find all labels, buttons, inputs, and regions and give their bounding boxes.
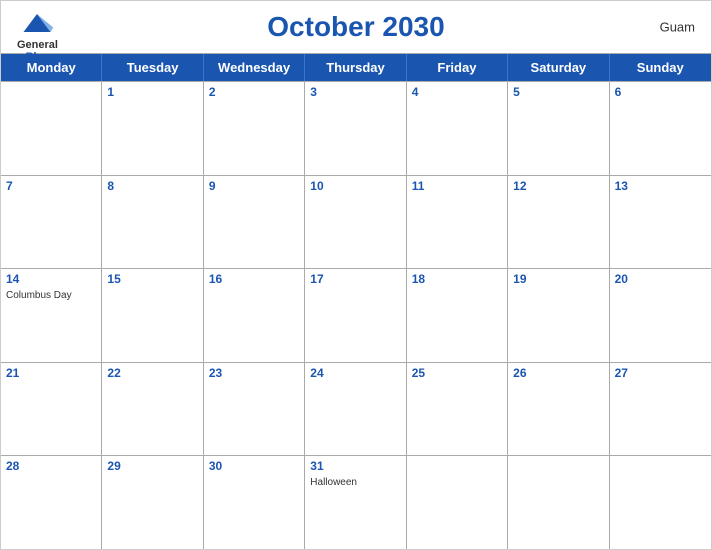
calendar: General Blue October 2030 Guam Monday Tu…	[0, 0, 712, 550]
week-row-5: 28 29 30 31 Halloween	[1, 455, 711, 549]
day-cell-23: 23	[204, 363, 305, 456]
day-cell-1: 1	[102, 82, 203, 175]
week-row-1: 1 2 3 4 5 6	[1, 81, 711, 175]
calendar-title: October 2030	[267, 11, 444, 43]
day-cell-6: 6	[610, 82, 711, 175]
day-cell-19: 19	[508, 269, 609, 362]
day-cell-14: 14 Columbus Day	[1, 269, 102, 362]
day-cell-empty	[1, 82, 102, 175]
week-row-3: 14 Columbus Day 15 16 17 18 19 20	[1, 268, 711, 362]
calendar-header: General Blue October 2030 Guam	[1, 1, 711, 53]
day-cell-22: 22	[102, 363, 203, 456]
day-cell-20: 20	[610, 269, 711, 362]
header-thursday: Thursday	[305, 54, 406, 81]
day-cell-empty-32	[407, 456, 508, 549]
day-cell-17: 17	[305, 269, 406, 362]
day-cell-31: 31 Halloween	[305, 456, 406, 549]
day-cell-15: 15	[102, 269, 203, 362]
day-headers: Monday Tuesday Wednesday Thursday Friday…	[1, 54, 711, 81]
logo-general-text: General	[17, 39, 58, 51]
day-cell-5: 5	[508, 82, 609, 175]
day-cell-3: 3	[305, 82, 406, 175]
header-saturday: Saturday	[508, 54, 609, 81]
event-halloween: Halloween	[310, 477, 400, 488]
day-cell-13: 13	[610, 176, 711, 269]
day-cell-8: 8	[102, 176, 203, 269]
day-cell-10: 10	[305, 176, 406, 269]
day-cell-16: 16	[204, 269, 305, 362]
day-cell-25: 25	[407, 363, 508, 456]
day-cell-7: 7	[1, 176, 102, 269]
day-cell-9: 9	[204, 176, 305, 269]
header-friday: Friday	[407, 54, 508, 81]
logo-icon	[19, 9, 55, 37]
day-cell-18: 18	[407, 269, 508, 362]
weeks-container: 1 2 3 4 5 6 7 8 9 10 11 12 13 14	[1, 81, 711, 549]
day-cell-empty-34	[610, 456, 711, 549]
day-cell-21: 21	[1, 363, 102, 456]
day-cell-27: 27	[610, 363, 711, 456]
day-cell-11: 11	[407, 176, 508, 269]
event-columbus-day: Columbus Day	[6, 290, 96, 301]
day-cell-2: 2	[204, 82, 305, 175]
day-cell-30: 30	[204, 456, 305, 549]
day-cell-12: 12	[508, 176, 609, 269]
week-row-2: 7 8 9 10 11 12 13	[1, 175, 711, 269]
week-row-4: 21 22 23 24 25 26 27	[1, 362, 711, 456]
logo: General Blue	[17, 9, 58, 63]
day-cell-26: 26	[508, 363, 609, 456]
header-wednesday: Wednesday	[204, 54, 305, 81]
header-tuesday: Tuesday	[102, 54, 203, 81]
day-cell-empty-33	[508, 456, 609, 549]
day-cell-28: 28	[1, 456, 102, 549]
day-cell-24: 24	[305, 363, 406, 456]
logo-blue-text: Blue	[26, 51, 50, 63]
calendar-grid: Monday Tuesday Wednesday Thursday Friday…	[1, 53, 711, 549]
header-sunday: Sunday	[610, 54, 711, 81]
day-cell-4: 4	[407, 82, 508, 175]
region-label: Guam	[660, 20, 695, 35]
day-cell-29: 29	[102, 456, 203, 549]
